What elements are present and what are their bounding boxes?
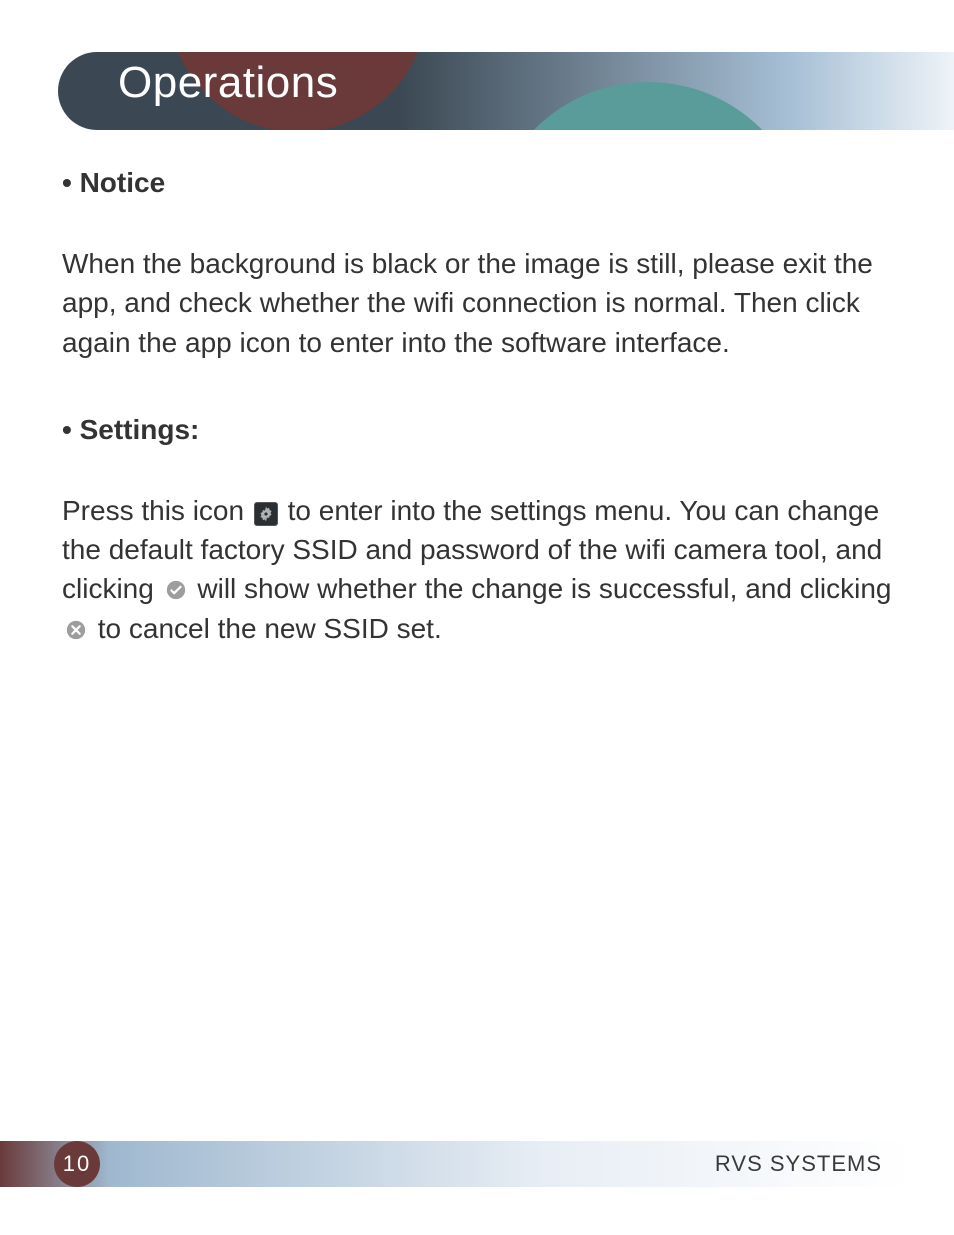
page-header-band: Operations	[58, 52, 954, 130]
settings-text-a: Press this icon	[62, 495, 252, 526]
settings-text-c: will show whether the change is successf…	[197, 573, 891, 604]
header-decor-arc-teal	[488, 82, 808, 130]
page-title: Operations	[118, 58, 338, 108]
settings-heading: • Settings:	[62, 410, 902, 449]
gear-icon	[254, 502, 278, 526]
page-content: • Notice When the background is black or…	[62, 155, 902, 668]
notice-body: When the background is black or the imag…	[62, 244, 902, 362]
checkmark-icon	[164, 578, 188, 602]
settings-body: Press this icon to enter into the settin…	[62, 491, 902, 648]
notice-heading: • Notice	[62, 163, 902, 202]
page-number: 10	[54, 1141, 100, 1187]
page-footer-band: 10 RVS SYSTEMS	[0, 1141, 912, 1187]
settings-text-d: to cancel the new SSID set.	[98, 613, 442, 644]
footer-brand: RVS SYSTEMS	[715, 1151, 882, 1177]
cancel-icon	[64, 618, 88, 642]
